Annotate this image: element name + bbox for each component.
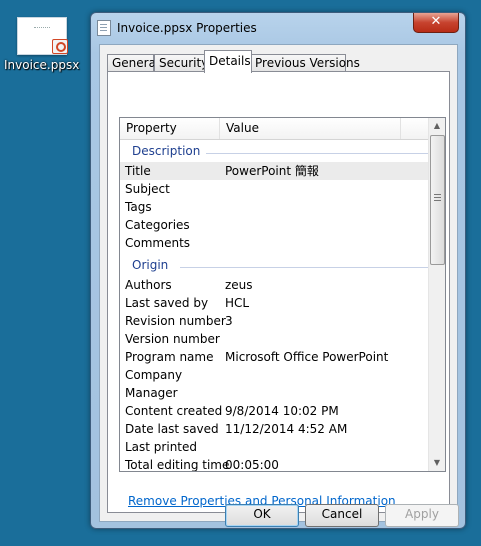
property-key: Categories	[125, 218, 190, 232]
group-divider	[206, 153, 431, 154]
powerpoint-badge-icon	[52, 39, 68, 54]
property-row[interactable]: Categories	[120, 216, 431, 234]
dialog-client: General Security Details Previous Versio…	[99, 44, 459, 527]
property-row[interactable]: Last printed	[120, 438, 431, 456]
cancel-button[interactable]: Cancel	[305, 504, 379, 527]
property-value: zeus	[225, 278, 253, 292]
property-row[interactable]: Manager	[120, 384, 431, 402]
desktop-file-icon[interactable]: Invoice.ppsx	[4, 14, 80, 76]
apply-button[interactable]: Apply	[385, 504, 459, 527]
property-value: 11/12/2014 4:52 AM	[225, 422, 348, 436]
property-row[interactable]: Comments	[120, 234, 431, 252]
property-row[interactable]: Tags	[120, 198, 431, 216]
properties-window: Invoice.ppsx Properties ✕ General Securi…	[90, 12, 466, 529]
close-button[interactable]: ✕	[413, 13, 459, 33]
property-value: HCL	[225, 296, 250, 310]
tab-previous-versions[interactable]: Previous Versions	[250, 54, 360, 72]
group-heading: Origin	[132, 258, 169, 272]
property-row[interactable]: Content created 9/8/2014 10:02 PM	[120, 402, 431, 420]
property-value: 00:05:00	[225, 458, 279, 472]
grip-icon	[434, 194, 441, 195]
property-key: Revision number	[125, 314, 226, 328]
property-key: Content created	[125, 404, 223, 418]
group-origin: Origin	[120, 256, 431, 276]
group-description: Description	[120, 142, 431, 162]
property-key: Program name	[125, 350, 214, 364]
property-key: Manager	[125, 386, 178, 400]
scroll-up-icon[interactable]: ▲	[429, 118, 445, 134]
title-bar[interactable]: Invoice.ppsx Properties ✕	[91, 13, 465, 43]
property-value: PowerPoint 簡報	[225, 164, 319, 178]
property-value: 3	[225, 314, 233, 328]
property-key: Total editing time	[125, 458, 230, 472]
vertical-scrollbar[interactable]: ▲ ▼	[428, 118, 445, 471]
property-key: Title	[125, 164, 151, 178]
property-key: Authors	[125, 278, 172, 292]
tab-general[interactable]: General	[107, 54, 159, 72]
property-key: Company	[125, 368, 183, 382]
property-key: Date last saved	[125, 422, 219, 436]
property-key: Comments	[125, 236, 191, 250]
property-row[interactable]: Title PowerPoint 簡報	[120, 162, 431, 180]
property-row[interactable]: Version number	[120, 330, 431, 348]
property-row[interactable]: Authors zeus	[120, 276, 431, 294]
details-panel: Property Value Description Title PowerPo…	[107, 71, 450, 513]
property-key: Subject	[125, 182, 170, 196]
property-row[interactable]: Revision number 3	[120, 312, 431, 330]
group-divider	[180, 267, 431, 268]
property-key: Version number	[125, 332, 220, 346]
window-title: Invoice.ppsx Properties	[117, 21, 257, 35]
property-row[interactable]: Total editing time 00:05:00	[120, 456, 431, 472]
property-key: Tags	[125, 200, 152, 214]
column-header-value[interactable]: Value	[226, 121, 259, 135]
scroll-down-icon[interactable]: ▼	[429, 455, 445, 471]
property-row[interactable]: Last saved by HCL	[120, 294, 431, 312]
property-row[interactable]: Company	[120, 366, 431, 384]
property-list[interactable]: Property Value Description Title PowerPo…	[119, 117, 446, 472]
list-header: Property Value	[120, 118, 431, 140]
property-key: Last saved by	[125, 296, 209, 310]
property-row[interactable]: Program name Microsoft Office PowerPoint	[120, 348, 431, 366]
property-value: Microsoft Office PowerPoint	[225, 350, 389, 364]
column-header-property[interactable]: Property	[126, 121, 177, 135]
property-row[interactable]: Subject	[120, 180, 431, 198]
property-value: 9/8/2014 10:02 PM	[225, 404, 339, 418]
ok-button[interactable]: OK	[225, 504, 299, 527]
property-row[interactable]: Date last saved 11/12/2014 4:52 AM	[120, 420, 431, 438]
scrollbar-thumb[interactable]	[430, 135, 445, 265]
group-heading: Description	[132, 144, 201, 158]
tab-details[interactable]: Details	[204, 50, 252, 73]
document-icon	[97, 20, 111, 36]
tab-security[interactable]: Security	[154, 54, 208, 72]
desktop-icon-label: Invoice.ppsx	[4, 58, 80, 72]
property-key: Last printed	[125, 440, 198, 454]
